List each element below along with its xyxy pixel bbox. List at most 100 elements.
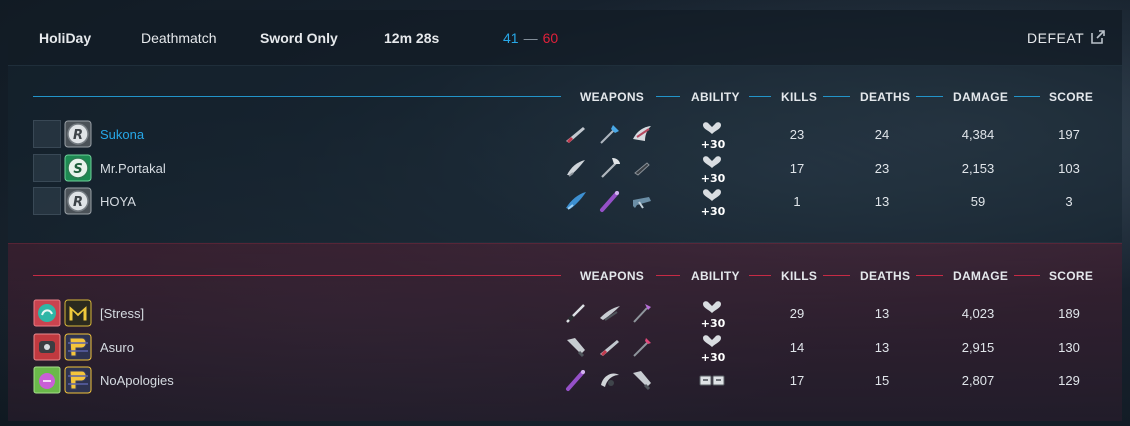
col-kills: KILLS xyxy=(781,269,818,283)
kills-value: 14 xyxy=(789,340,805,355)
blue-score: 41 xyxy=(503,30,519,46)
team-score: 41—60 xyxy=(503,30,558,46)
header-divider xyxy=(1014,96,1040,97)
weapon-twin-blade-icon xyxy=(600,306,620,321)
score-value: 103 xyxy=(1058,161,1080,176)
rank-r-icon: R xyxy=(64,120,92,148)
empty-slot xyxy=(33,187,61,215)
col-ability: ABILITY xyxy=(691,269,740,283)
player-row[interactable]: R HOYA +30 1 13 59 3 xyxy=(8,186,1122,218)
weapon-scythe-icon xyxy=(633,304,651,323)
match-duration: 12m 28s xyxy=(384,30,440,46)
weapon-katana-icon xyxy=(566,304,585,323)
score-value: 130 xyxy=(1058,340,1080,355)
health-ability-icon: +30 xyxy=(701,122,726,150)
header-divider xyxy=(749,275,771,276)
ability-label: +30 xyxy=(701,205,726,217)
rank-m-icon xyxy=(64,299,92,327)
col-weapons: WEAPONS xyxy=(580,269,645,283)
player-name[interactable]: Asuro xyxy=(100,340,134,355)
mode-variant: Sword Only xyxy=(260,30,338,46)
deaths-value: 24 xyxy=(874,127,890,142)
weapon-wing-blade-icon xyxy=(566,192,586,210)
kills-value: 17 xyxy=(789,373,805,388)
col-deaths: DEATHS xyxy=(860,269,911,283)
player-row[interactable]: Asuro +30 14 13 2,915 130 xyxy=(8,332,1122,364)
weapon-wing-icon xyxy=(567,160,585,177)
damage-value: 59 xyxy=(970,194,986,209)
player-name[interactable]: Sukona xyxy=(100,127,144,142)
weapon-gun-icon xyxy=(633,197,651,209)
ability-label: +30 xyxy=(701,351,726,363)
header-divider xyxy=(656,96,680,97)
player-row[interactable]: [Stress] +30 29 13 4,023 189 xyxy=(8,298,1122,330)
header-divider xyxy=(916,96,943,97)
player-row[interactable]: S Mr.Portakal +30 17 23 2,153 103 xyxy=(8,153,1122,185)
header-divider xyxy=(823,275,850,276)
player-avatar xyxy=(33,366,61,394)
col-score: SCORE xyxy=(1049,90,1094,104)
ability-label: +30 xyxy=(701,172,726,184)
weapon-bat-icon xyxy=(566,370,585,391)
col-damage: DAMAGE xyxy=(953,269,1009,283)
rank-r-icon: R xyxy=(64,187,92,215)
match-summary: HoliDay Deathmatch Sword Only 12m 28s 41… xyxy=(8,0,1122,426)
weapon-spear-icon xyxy=(633,338,651,357)
damage-value: 2,915 xyxy=(961,340,995,355)
header-divider xyxy=(823,96,850,97)
score-value: 129 xyxy=(1058,373,1080,388)
deaths-value: 23 xyxy=(874,161,890,176)
weapon-staff-icon xyxy=(600,125,619,144)
weapon-cleaver-icon xyxy=(633,371,651,391)
player-name[interactable]: Mr.Portakal xyxy=(100,161,166,176)
rank-p-icon xyxy=(64,366,92,394)
empty-slot xyxy=(33,154,61,182)
weapon-blade-icon xyxy=(566,127,585,144)
health-ability-icon: +30 xyxy=(701,189,726,217)
health-ability-icon: +30 xyxy=(701,335,726,363)
team-blue: WEAPONS ABILITY KILLS DEATHS DAMAGE SCOR… xyxy=(8,65,1122,242)
svg-text:R: R xyxy=(73,195,83,210)
col-weapons: WEAPONS xyxy=(580,90,645,104)
deaths-value: 15 xyxy=(874,373,890,388)
player-name[interactable]: HOYA xyxy=(100,194,136,209)
col-score: SCORE xyxy=(1049,269,1094,283)
red-score: 60 xyxy=(542,30,559,46)
empty-slot xyxy=(33,120,61,148)
score-value: 189 xyxy=(1058,306,1080,321)
col-damage: DAMAGE xyxy=(953,90,1009,104)
header-divider xyxy=(33,275,561,276)
weapon-dagger-icon xyxy=(634,162,650,176)
match-header: HoliDay Deathmatch Sword Only 12m 28s 41… xyxy=(8,10,1122,66)
svg-text:R: R xyxy=(73,128,83,143)
deaths-value: 13 xyxy=(874,194,890,209)
game-mode: Deathmatch xyxy=(141,30,217,46)
ammo-ability-icon xyxy=(699,375,725,386)
kills-value: 23 xyxy=(789,127,805,142)
weapon-claw-icon xyxy=(633,126,651,141)
health-ability-icon: +30 xyxy=(701,301,726,329)
kills-value: 1 xyxy=(793,194,801,209)
weapon-cleaver-icon xyxy=(567,338,585,358)
score-value: 197 xyxy=(1058,127,1080,142)
header-divider xyxy=(749,96,771,97)
weapon-crescent-icon xyxy=(601,373,619,387)
col-ability: ABILITY xyxy=(691,90,740,104)
damage-value: 4,384 xyxy=(961,127,995,142)
team-red: WEAPONS ABILITY KILLS DEATHS DAMAGE SCOR… xyxy=(8,243,1122,421)
ability-label: +30 xyxy=(701,138,726,150)
deaths-value: 13 xyxy=(874,306,890,321)
col-kills: KILLS xyxy=(781,90,818,104)
col-deaths: DEATHS xyxy=(860,90,911,104)
header-divider xyxy=(33,96,561,97)
player-name[interactable]: NoApologies xyxy=(100,373,174,388)
external-link-icon[interactable] xyxy=(1089,28,1107,46)
player-name[interactable]: [Stress] xyxy=(100,306,144,321)
damage-value: 4,023 xyxy=(961,306,995,321)
player-avatar xyxy=(33,299,61,327)
health-ability-icon: +30 xyxy=(701,156,726,184)
player-row[interactable]: R Sukona +30 23 24 4,384 197 xyxy=(8,119,1122,151)
weapon-axe-icon xyxy=(601,158,620,178)
player-avatar xyxy=(33,333,61,361)
player-row[interactable]: NoApologies 17 15 2,807 129 xyxy=(8,365,1122,397)
